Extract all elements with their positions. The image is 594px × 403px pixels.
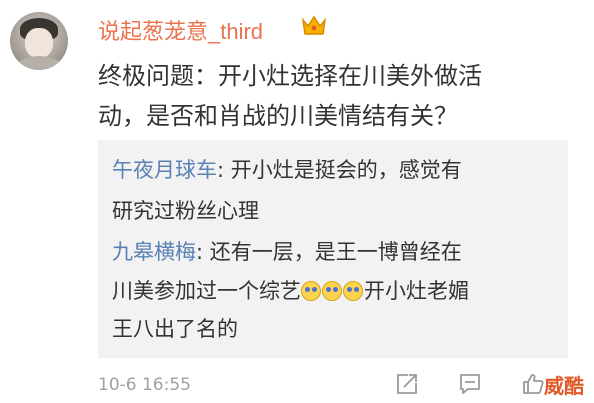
avatar-face: [25, 28, 53, 58]
reply-text: 开小灶老媚: [364, 279, 469, 303]
reply-author[interactable]: 午夜月球车: [112, 158, 217, 182]
avatar-body: [16, 56, 62, 70]
reply-text: : 还有一层，是王一博曾经在: [196, 240, 462, 264]
avatar[interactable]: [10, 12, 68, 70]
reply-line: 川美参加过一个综艺 开小灶老媚: [112, 274, 469, 308]
reply-text: 川美参加过一个综艺: [112, 279, 301, 303]
reply-author[interactable]: 九皋横梅: [112, 240, 196, 264]
grimace-emoji-icon: [343, 281, 363, 301]
reply-line: 午夜月球车: 开小灶是挺会的，感觉有: [112, 153, 462, 187]
grimace-emoji-icon: [322, 281, 342, 301]
crown-icon: [301, 15, 327, 35]
grimace-emoji-icon: [301, 281, 321, 301]
reply-text: : 开小灶是挺会的，感觉有: [217, 158, 462, 182]
watermark: 威酷: [544, 374, 584, 398]
reply-box[interactable]: 午夜月球车: 开小灶是挺会的，感觉有 研究过粉丝心理 九皋横梅: 还有一层，是王…: [98, 140, 568, 358]
comment-line: 终极问题：开小灶选择在川美外做活: [98, 62, 482, 90]
comment-icon[interactable]: [458, 372, 482, 396]
reply-text: 王八出了名的: [112, 317, 238, 341]
comment-text: 终极问题：开小灶选择在川美外做活 动，是否和肖战的川美情结有关？: [98, 56, 568, 136]
share-icon[interactable]: [395, 372, 419, 396]
username[interactable]: 说起葱茏意_third: [98, 14, 263, 46]
like-icon[interactable]: [521, 372, 545, 396]
comment-line: 动，是否和肖战的川美情结有关？: [98, 102, 458, 130]
comment-time: 10-6 16:55: [98, 375, 191, 395]
reply-text: 研究过粉丝心理: [112, 199, 259, 223]
reply-line: 研究过粉丝心理: [112, 194, 259, 228]
reply-line: 王八出了名的: [112, 312, 238, 346]
reply-line: 九皋横梅: 还有一层，是王一博曾经在: [112, 235, 462, 269]
